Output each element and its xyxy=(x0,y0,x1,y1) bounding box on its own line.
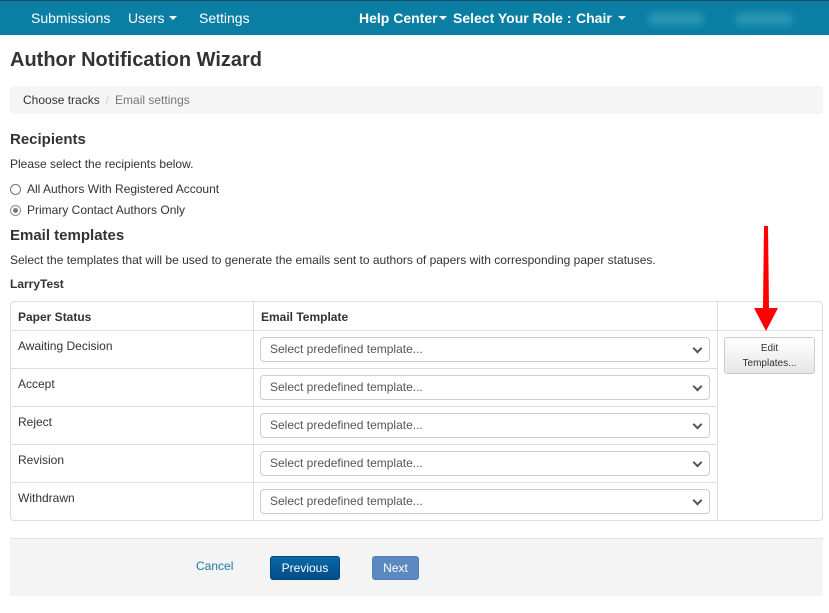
nav-help-center-dropdown[interactable]: Help Center xyxy=(359,1,447,35)
template-select-awaiting-decision[interactable]: Select predefined template... xyxy=(260,337,710,362)
redacted-user-info[interactable] xyxy=(648,13,704,25)
row-divider xyxy=(11,406,717,407)
role-label: Select Your Role : xyxy=(453,10,572,26)
email-template-table: Paper Status Email Template Awaiting Dec… xyxy=(10,301,823,521)
status-reject: Reject xyxy=(18,415,53,429)
status-accept: Accept xyxy=(18,377,55,391)
radio-checked-icon[interactable] xyxy=(10,204,21,216)
chevron-down-icon xyxy=(692,343,703,354)
column-divider xyxy=(717,302,718,520)
recipient-option-primary-contact[interactable]: Primary Contact Authors Only xyxy=(10,202,185,218)
caret-down-icon xyxy=(438,16,447,21)
template-select-reject[interactable]: Select predefined template... xyxy=(260,413,710,438)
recipient-option-label: Primary Contact Authors Only xyxy=(27,203,186,217)
header-email-template: Email Template xyxy=(261,310,349,324)
header-paper-status: Paper Status xyxy=(18,310,92,324)
top-navbar: Submissions Users Settings Help Center S… xyxy=(0,0,829,35)
recipients-heading: Recipients xyxy=(10,131,86,148)
cancel-link[interactable]: Cancel xyxy=(196,559,233,573)
next-button[interactable]: Next xyxy=(372,556,419,580)
edit-templates-button[interactable]: Edit Templates... xyxy=(724,337,815,374)
status-revision: Revision xyxy=(18,453,65,467)
column-divider xyxy=(253,302,254,520)
select-value: Select predefined template... xyxy=(270,342,423,356)
edit-templates-label-line2: Templates... xyxy=(742,358,797,369)
row-divider xyxy=(11,482,717,483)
track-name: LarryTest xyxy=(10,277,64,291)
breadcrumb-email-settings: Email settings xyxy=(115,93,190,107)
chevron-down-icon xyxy=(692,419,703,430)
caret-down-icon xyxy=(168,16,177,21)
email-templates-heading: Email templates xyxy=(10,227,125,244)
nav-users-label: Users xyxy=(128,10,165,26)
recipient-option-all-authors[interactable]: All Authors With Registered Account xyxy=(10,181,219,197)
select-value: Select predefined template... xyxy=(270,380,423,394)
breadcrumb: Choose tracks / Email settings xyxy=(10,86,823,114)
chevron-down-icon xyxy=(692,381,703,392)
recipients-instruction: Please select the recipients below. xyxy=(10,157,194,171)
chevron-down-icon xyxy=(692,457,703,468)
header-divider xyxy=(11,330,822,331)
template-select-revision[interactable]: Select predefined template... xyxy=(260,451,710,476)
status-awaiting-decision: Awaiting Decision xyxy=(18,339,113,353)
caret-down-icon xyxy=(617,16,626,21)
select-value: Select predefined template... xyxy=(270,456,423,470)
red-arrow-annotation-icon xyxy=(754,226,778,331)
role-selector-dropdown[interactable]: Chair xyxy=(576,1,626,35)
email-templates-instruction: Select the templates that will be used t… xyxy=(10,253,656,267)
recipient-option-label: All Authors With Registered Account xyxy=(27,182,220,196)
nav-submissions[interactable]: Submissions xyxy=(31,1,110,35)
previous-button[interactable]: Previous xyxy=(270,556,340,580)
breadcrumb-choose-tracks[interactable]: Choose tracks xyxy=(23,93,100,107)
select-value: Select predefined template... xyxy=(270,418,423,432)
chevron-down-icon xyxy=(692,495,703,506)
nav-settings[interactable]: Settings xyxy=(199,1,250,35)
edit-templates-label-line1: Edit xyxy=(760,343,779,354)
wizard-footer: Cancel Previous Next xyxy=(10,538,823,596)
radio-unchecked-icon[interactable] xyxy=(10,183,21,195)
status-withdrawn: Withdrawn xyxy=(18,491,75,505)
template-select-accept[interactable]: Select predefined template... xyxy=(260,375,710,400)
breadcrumb-separator: / xyxy=(105,93,110,107)
template-select-withdrawn[interactable]: Select predefined template... xyxy=(260,489,710,514)
role-value: Chair xyxy=(576,10,612,26)
select-value: Select predefined template... xyxy=(270,494,423,508)
nav-help-center-label: Help Center xyxy=(359,10,438,26)
row-divider xyxy=(11,368,717,369)
nav-users-dropdown[interactable]: Users xyxy=(128,1,177,35)
redacted-account-menu[interactable] xyxy=(735,13,793,25)
row-divider xyxy=(11,444,717,445)
page-title: Author Notification Wizard xyxy=(10,49,263,71)
